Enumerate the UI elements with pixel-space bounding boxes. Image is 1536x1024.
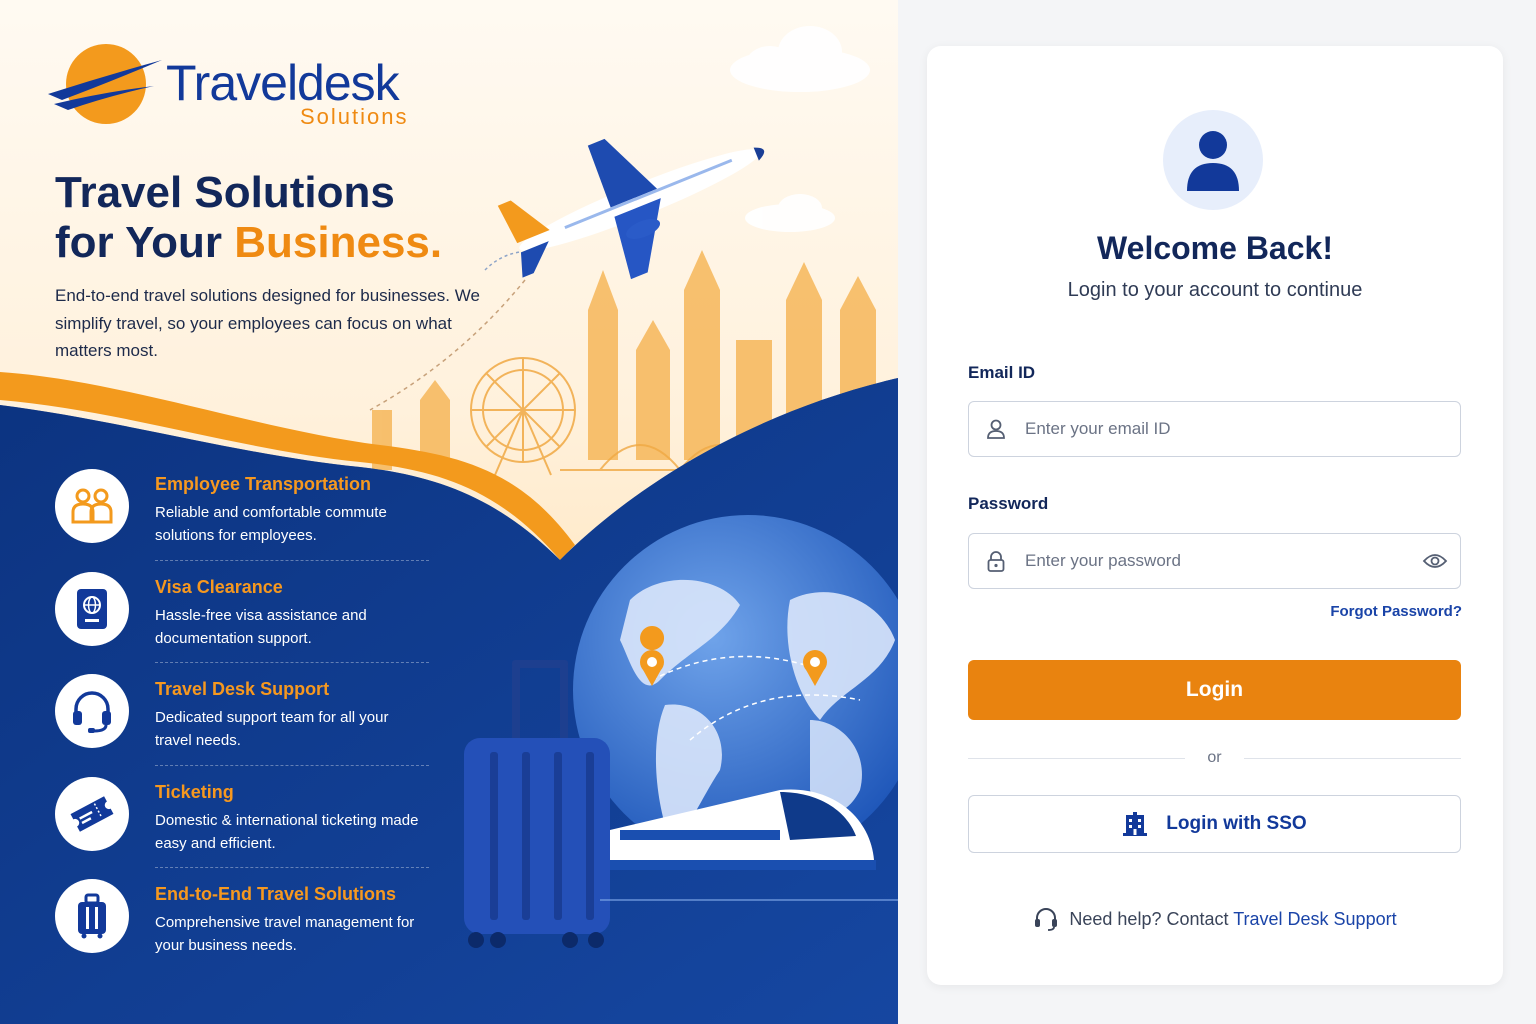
building-icon [1123, 812, 1148, 836]
headset-icon [1035, 908, 1058, 931]
feature-divider [155, 559, 429, 561]
feature-description: Comprehensive travel management for your… [155, 914, 415, 954]
welcome-subtitle: Login to your account to continue [1067, 279, 1363, 301]
avatar [1163, 110, 1263, 210]
hero-title-line2: for Your Business. [55, 218, 442, 268]
feature-description: Domestic & international ticketing made … [155, 811, 419, 852]
feature-title: Travel Desk Support [155, 679, 330, 699]
feature-description: Hassle-free visa assistance and document… [155, 606, 367, 647]
help-prefix: Need help? Contact [1069, 908, 1234, 929]
or-divider: or [968, 746, 1461, 770]
brand-logo: Traveldesk Solutions [44, 40, 424, 130]
feature-item: Travel Desk Support Dedicated support te… [55, 673, 429, 776]
password-input[interactable] [1025, 544, 1405, 578]
brand-subtitle: Solutions [300, 104, 409, 129]
password-field-box[interactable] [968, 533, 1461, 589]
lock-icon [987, 551, 1005, 572]
hero-description: End-to-end travel solutions designed for… [55, 286, 480, 360]
feature-icon-circle [55, 879, 129, 953]
feature-title: Ticketing [155, 781, 234, 802]
email-label: Email ID [968, 363, 1036, 382]
forgot-password-link[interactable]: Forgot Password? [1330, 603, 1462, 620]
feature-icon-circle [55, 571, 129, 646]
feature-divider [155, 662, 429, 663]
welcome-heading: Welcome Back! [1097, 230, 1333, 266]
feature-list: Employee Transportation Reliable and com… [55, 468, 429, 981]
divider-line-right [1244, 758, 1461, 759]
hero-title-accent: Business. [234, 218, 443, 267]
headset-icon [73, 691, 111, 733]
luggage-icon [78, 893, 106, 939]
login-card: Welcome Back! Login to your account to c… [927, 46, 1503, 985]
logo-sun-icon [48, 44, 162, 124]
help-line: Need help? Contact Travel Desk Support [927, 906, 1503, 932]
hero-title-line1: Travel Solutions [55, 168, 395, 217]
feature-description: Reliable and comfortable commute solutio… [155, 504, 387, 544]
email-field-box[interactable] [968, 401, 1461, 457]
feature-divider [155, 764, 429, 766]
feature-item: Employee Transportation Reliable and com… [55, 468, 429, 571]
password-label: Password [968, 494, 1049, 513]
user-icon [987, 419, 1005, 439]
travel-desk-support-link[interactable]: Travel Desk Support [1233, 909, 1396, 929]
login-button[interactable]: Login [968, 660, 1461, 720]
feature-divider [155, 867, 429, 868]
feature-title: End-to-End Travel Solutions [155, 884, 397, 904]
sso-login-button[interactable]: Login with SSO [968, 795, 1461, 853]
ticket-icon [70, 795, 114, 832]
feature-title: Employee Transportation [155, 474, 372, 494]
passport-icon [77, 588, 107, 629]
sso-button-label: Login with SSO [1166, 813, 1307, 834]
feature-description: Dedicated support team for all your trav… [155, 709, 389, 749]
hero-title-prefix: for Your [55, 218, 235, 267]
email-input[interactable] [1025, 412, 1405, 446]
airplane-graphic [497, 138, 765, 280]
user-avatar-icon [1187, 131, 1239, 191]
help-text: Need help? Contact Travel Desk Support [1069, 909, 1396, 930]
feature-title: Visa Clearance [155, 576, 283, 597]
hero-panel: Traveldesk Solutions Travel Solutions fo… [0, 0, 898, 1024]
people-icon [71, 488, 113, 524]
eye-icon[interactable] [1422, 549, 1448, 573]
feature-item: Visa Clearance Hassle-free visa assistan… [55, 571, 429, 674]
hero-title: Travel Solutions for Your Business. [55, 168, 442, 268]
login-panel: Welcome Back! Login to your account to c… [898, 0, 1536, 1024]
cloud-icon [730, 26, 870, 232]
feature-item: End-to-End Travel Solutions Comprehensiv… [55, 878, 429, 981]
feature-icon-circle [55, 776, 129, 851]
ferris-wheel-graphic [470, 357, 576, 476]
feature-icon-circle [55, 674, 129, 748]
feature-item: Ticketing Domestic & international ticke… [55, 776, 429, 879]
feature-icon-circle [55, 469, 129, 543]
